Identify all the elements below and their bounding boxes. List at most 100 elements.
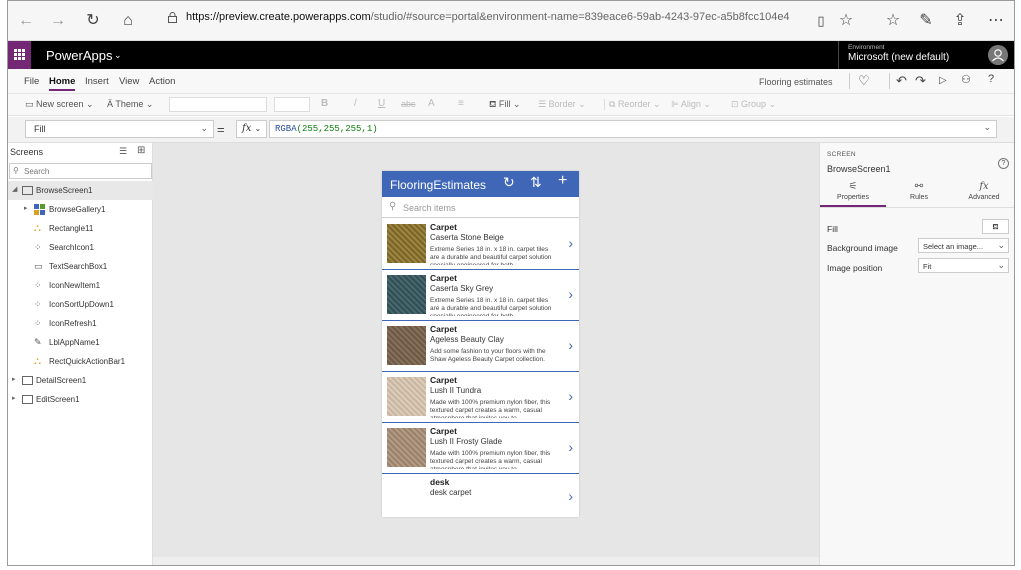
gallery-item[interactable]: Carpet Ageless Beauty Clay Add some fash… xyxy=(382,321,579,372)
app-preview-screen[interactable]: FlooringEstimates ↻ ⇅ + ⚲ Search items C… xyxy=(382,171,579,517)
font-color-button[interactable]: A xyxy=(428,98,435,109)
group-button[interactable]: ⊡ Group ⌄ xyxy=(731,99,776,110)
search-items-input[interactable]: ⚲ Search items xyxy=(382,197,579,218)
favorites-list-icon[interactable]: ☆ xyxy=(883,11,903,31)
refresh-icon[interactable]: ↻ xyxy=(503,174,515,191)
tree-item-detailscreen[interactable]: ▸ DetailScreen1 xyxy=(8,371,153,390)
environment-picker[interactable]: Environment Microsoft (new default) xyxy=(838,41,978,69)
list-view-icon[interactable]: ☰ xyxy=(119,146,127,157)
gallery-item[interactable]: Carpet Lush II Frosty Glade Made with 10… xyxy=(382,423,579,474)
item-title: Carpet xyxy=(430,426,457,436)
item-thumbnail xyxy=(387,377,426,416)
avatar[interactable] xyxy=(988,45,1008,65)
forward-icon[interactable]: → xyxy=(48,11,68,31)
canvas-scrollbar[interactable] xyxy=(153,557,819,565)
background-image-select[interactable]: Select an image... ⌄ xyxy=(918,238,1009,253)
tree-item-iconrefresh[interactable]: ⁘ IconRefresh1 xyxy=(8,314,153,333)
tab-rules[interactable]: ⚯ Rules xyxy=(886,181,952,207)
share-icon[interactable]: ⇪ xyxy=(950,11,970,31)
menu-home[interactable]: Home xyxy=(49,76,76,91)
app-name[interactable]: PowerApps xyxy=(46,48,112,63)
address-bar[interactable]: https://preview.create.powerapps.com/stu… xyxy=(186,11,790,23)
menu-insert[interactable]: Insert xyxy=(85,76,109,87)
new-screen-button[interactable]: ▭ New screen ⌄ xyxy=(25,99,94,110)
tree-item-iconnewitem[interactable]: ⁘ IconNewItem1 xyxy=(8,276,153,295)
caret-right-icon[interactable]: ▸ xyxy=(24,204,28,212)
property-select[interactable]: Fill ⌄ xyxy=(25,120,214,138)
fill-color-picker[interactable]: ⛾ xyxy=(982,219,1009,234)
chevron-right-icon[interactable]: › xyxy=(568,488,573,504)
add-icon[interactable]: + xyxy=(558,172,567,190)
tree-item-lblappname[interactable]: ✎ LblAppName1 xyxy=(8,333,153,352)
undo-icon[interactable]: ↶ xyxy=(889,73,907,89)
strikethrough-button[interactable]: abc xyxy=(401,99,416,109)
theme-button[interactable]: Ä Theme ⌄ xyxy=(107,99,153,110)
bold-button[interactable]: B xyxy=(321,98,328,109)
font-size-select[interactable] xyxy=(274,97,310,112)
tree-search-input[interactable]: ⚲ Search xyxy=(9,163,152,179)
tree-item-editscreen[interactable]: ▸ EditScreen1 xyxy=(8,390,153,409)
chevron-right-icon[interactable]: › xyxy=(568,337,573,353)
tree-item-browsescreen[interactable]: ◢ BrowseScreen1 xyxy=(8,181,153,200)
tree-item-label: Rectangle11 xyxy=(49,224,94,233)
border-button[interactable]: ☰ Border ⌄ xyxy=(538,99,586,110)
tree-item-searchicon[interactable]: ⁘ SearchIcon1 xyxy=(8,238,153,257)
browser-toolbar: ← → ↻ ⌂ https://preview.create.powerapps… xyxy=(8,1,1014,41)
tree-item-rectangle[interactable]: ⛬ Rectangle11 xyxy=(8,219,153,238)
menu-view[interactable]: View xyxy=(119,76,139,87)
gallery-item[interactable]: Carpet Caserta Stone Beige Extreme Serie… xyxy=(382,219,579,270)
image-position-select[interactable]: Fit ⌄ xyxy=(918,258,1009,273)
tree-item-textsearchbox[interactable]: ▭ TextSearchBox1 xyxy=(8,257,153,276)
app-launcher-icon[interactable] xyxy=(8,41,31,69)
caret-right-icon[interactable]: ▸ xyxy=(12,394,16,402)
chevron-right-icon[interactable]: › xyxy=(568,388,573,404)
chevron-right-icon[interactable]: › xyxy=(568,235,573,251)
reorder-button[interactable]: ⧉ Reorder ⌄ xyxy=(604,99,661,110)
pen-icon[interactable]: ✎ xyxy=(916,11,936,31)
align-button[interactable]: ⊫ Align ⌄ xyxy=(671,99,711,110)
menu-file[interactable]: File xyxy=(24,76,39,87)
expand-formula-icon[interactable]: ⌄ xyxy=(983,122,991,133)
chevron-right-icon[interactable]: › xyxy=(568,439,573,455)
paint-bucket-icon: ⛾ xyxy=(992,222,999,231)
chevron-down-icon: ⌄ xyxy=(200,123,208,133)
chevron-right-icon[interactable]: › xyxy=(568,286,573,302)
help-icon[interactable]: ? xyxy=(998,158,1009,169)
tab-advanced[interactable]: fx Advanced xyxy=(951,181,1014,207)
home-icon[interactable]: ⌂ xyxy=(118,11,138,31)
refresh-icon[interactable]: ↻ xyxy=(83,11,103,31)
formula-input[interactable]: RGBA(255,255,255,1) ⌄ xyxy=(269,120,997,138)
favorite-star-icon[interactable]: ☆ xyxy=(836,11,856,31)
tree-item-iconsortupdown[interactable]: ⁘ IconSortUpDown1 xyxy=(8,295,153,314)
align-text-button[interactable]: ≡ xyxy=(458,98,464,109)
back-icon[interactable]: ← xyxy=(16,11,36,31)
play-icon[interactable]: ▷ xyxy=(939,75,947,86)
app-checker-icon[interactable]: ♡ xyxy=(849,73,870,89)
sort-updown-icon[interactable]: ⇅ xyxy=(530,174,542,191)
tab-properties[interactable]: ⚟ Properties xyxy=(820,181,886,207)
gallery-item[interactable]: desk desk carpet › xyxy=(382,474,579,517)
tree-item-label: BrowseScreen1 xyxy=(36,186,93,195)
share-user-icon[interactable]: ⚇ xyxy=(961,73,971,86)
item-description: Made with 100% premium nylon fiber, this… xyxy=(430,399,551,418)
caret-right-icon[interactable]: ▸ xyxy=(12,375,16,383)
tree-item-gallery[interactable]: ▸ BrowseGallery1 xyxy=(8,200,153,219)
menu-action[interactable]: Action xyxy=(149,76,175,87)
italic-button[interactable]: / xyxy=(354,98,357,109)
underline-button[interactable]: U xyxy=(378,98,385,109)
font-family-select[interactable] xyxy=(169,97,267,112)
gallery-icon xyxy=(34,204,45,215)
chevron-down-icon[interactable]: ⌄ xyxy=(114,50,122,61)
fill-button[interactable]: ⛾ Fill ⌄ xyxy=(489,99,520,111)
help-icon[interactable]: ? xyxy=(988,73,994,85)
grid-view-icon[interactable]: ⊞ xyxy=(137,145,145,156)
reading-view-icon[interactable]: ▯ xyxy=(811,11,831,31)
more-icon[interactable]: ⋯ xyxy=(986,11,1006,31)
gallery-item[interactable]: Carpet Caserta Sky Grey Extreme Series 1… xyxy=(382,270,579,321)
fx-button[interactable]: fx ⌄ xyxy=(236,120,267,138)
new-screen-label: New screen xyxy=(36,99,84,109)
tree-item-rectquickactionbar[interactable]: ⛬ RectQuickActionBar1 xyxy=(8,352,153,371)
caret-down-icon[interactable]: ◢ xyxy=(12,185,17,193)
redo-icon[interactable]: ↷ xyxy=(915,73,926,89)
gallery-item[interactable]: Carpet Lush II Tundra Made with 100% pre… xyxy=(382,372,579,423)
